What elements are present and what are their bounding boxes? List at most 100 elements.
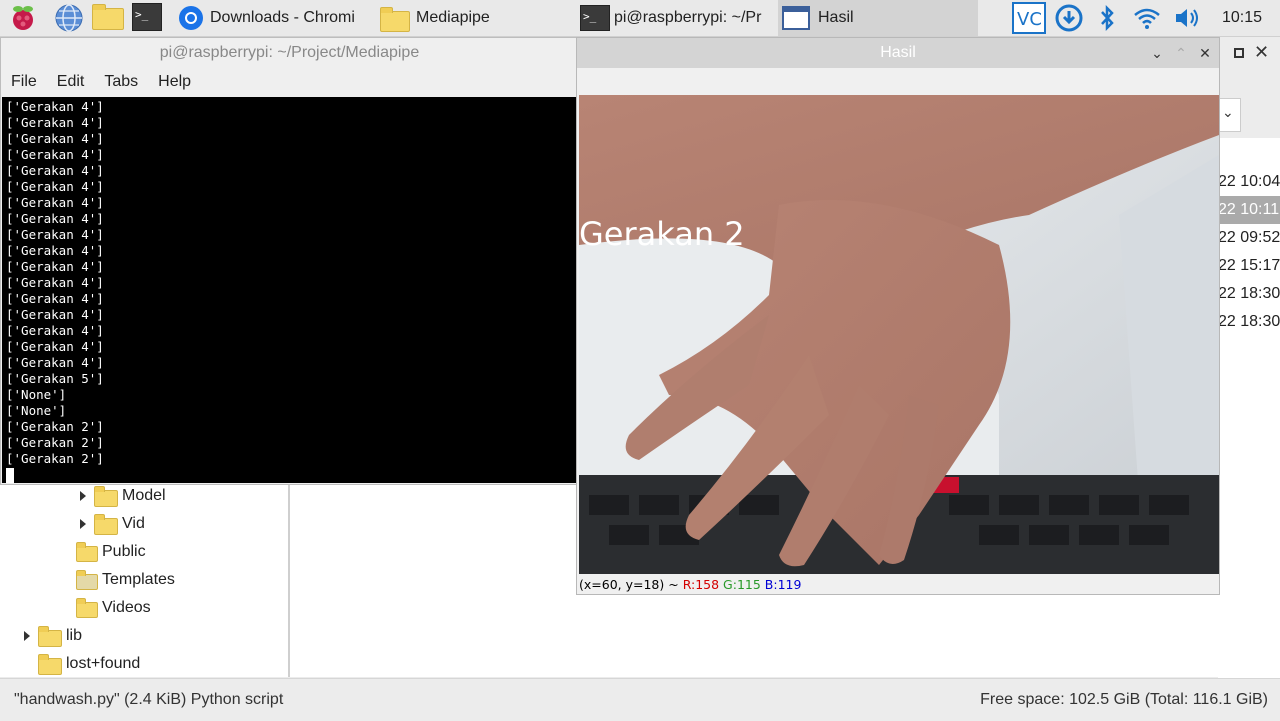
- terminal-line: ['Gerakan 4']: [6, 275, 104, 290]
- raspberry-menu-icon[interactable]: [8, 3, 38, 33]
- terminal-icon: >_: [580, 5, 610, 31]
- cursor-coords: (x=60, y=18) ~: [579, 577, 679, 592]
- tree-item-label: Model: [122, 487, 166, 504]
- camera-frame[interactable]: Gerakan 2: [579, 95, 1219, 574]
- task-label: Downloads - Chromi: [210, 9, 355, 26]
- menu-help[interactable]: Help: [148, 68, 201, 96]
- green-value: G:115: [723, 577, 761, 592]
- hasil-window: Hasil ⌄ ⌃ ✕ Gerakan 2 (x=60, y=18) ~ R:1…: [576, 37, 1220, 595]
- terminal-line: ['None']: [6, 387, 67, 402]
- file-manager-statusbar: "handwash.py" (2.4 KiB) Python script Fr…: [0, 678, 1280, 721]
- tree-item-model[interactable]: Model: [80, 482, 166, 510]
- menu-file[interactable]: File: [1, 68, 47, 96]
- folder-icon: [38, 625, 62, 647]
- list-item-selected[interactable]: 22 10:11: [1218, 196, 1280, 224]
- download-icon[interactable]: [1054, 3, 1084, 33]
- folder-tree: Model Vid Public Templates Videos lib lo…: [0, 485, 290, 677]
- terminal-line: ['Gerakan 2']: [6, 451, 104, 466]
- terminal-line: ['Gerakan 4']: [6, 307, 104, 322]
- terminal-line: ['Gerakan 4']: [6, 179, 104, 194]
- terminal-line: ['Gerakan 4']: [6, 323, 104, 338]
- tree-item-public[interactable]: Public: [76, 538, 146, 566]
- task-terminal[interactable]: >_ pi@raspberrypi: ~/Pr: [580, 0, 776, 36]
- menu-edit[interactable]: Edit: [47, 68, 95, 96]
- red-value: R:158: [682, 577, 720, 592]
- terminal-launcher-icon[interactable]: >_: [132, 3, 162, 33]
- path-dropdown[interactable]: ⌄: [1218, 98, 1241, 132]
- maximize-icon[interactable]: ⌃: [1169, 38, 1193, 68]
- taskbar: >_ Downloads - Chromi Mediapipe >_ pi@ra…: [0, 0, 1280, 37]
- maximize-icon[interactable]: [1230, 44, 1250, 64]
- gesture-label-overlay: Gerakan 2: [579, 215, 745, 253]
- free-space-info: Free space: 102.5 GiB (Total: 116.1 GiB): [980, 691, 1268, 708]
- terminal-line: ['Gerakan 4']: [6, 355, 104, 370]
- terminal-window: pi@raspberrypi: ~/Project/Mediapipe File…: [0, 37, 577, 485]
- task-chromium[interactable]: Downloads - Chromi: [176, 0, 366, 36]
- terminal-line: ['Gerakan 4']: [6, 147, 104, 162]
- public-folder-icon: [76, 542, 98, 562]
- close-icon[interactable]: ✕: [1193, 38, 1217, 68]
- wifi-icon[interactable]: [1132, 3, 1162, 33]
- window-title: Hasil: [880, 44, 916, 61]
- folder-icon: [94, 513, 118, 535]
- terminal-line: ['None']: [6, 403, 67, 418]
- terminal-line: ['Gerakan 2']: [6, 419, 104, 434]
- chromium-icon: [178, 5, 204, 31]
- pixel-info-bar: (x=60, y=18) ~ R:158 G:115 B:119: [579, 575, 1219, 595]
- hand-image: [579, 95, 1219, 574]
- terminal-line: ['Gerakan 4']: [6, 115, 104, 130]
- web-browser-icon[interactable]: [54, 3, 84, 33]
- folder-icon: [38, 653, 62, 675]
- list-item[interactable]: 22 10:04: [1218, 168, 1280, 196]
- task-hasil[interactable]: Hasil: [778, 0, 978, 36]
- close-icon[interactable]: ✕: [1254, 42, 1269, 63]
- task-label: Mediapipe: [416, 9, 490, 26]
- terminal-line: ['Gerakan 4']: [6, 259, 104, 274]
- chevron-down-icon: ⌄: [1222, 104, 1234, 120]
- terminal-line: ['Gerakan 4']: [6, 227, 104, 242]
- tree-item-vid[interactable]: Vid: [80, 510, 145, 538]
- tree-item-label: Templates: [102, 571, 175, 588]
- window-icon: [782, 6, 810, 30]
- folder-icon: [380, 6, 410, 32]
- task-mediapipe-folder[interactable]: Mediapipe: [378, 0, 568, 36]
- vscode-icon[interactable]: VC: [1012, 2, 1046, 34]
- terminal-menubar: File Edit Tabs Help: [1, 68, 578, 96]
- terminal-line: ['Gerakan 5']: [6, 371, 104, 386]
- file-manager-icon[interactable]: [92, 4, 124, 38]
- tree-item-label: Vid: [122, 515, 145, 532]
- minimize-icon[interactable]: ⌄: [1145, 38, 1169, 68]
- selected-file-info: "handwash.py" (2.4 KiB) Python script: [14, 691, 284, 708]
- terminal-title[interactable]: pi@raspberrypi: ~/Project/Mediapipe: [1, 38, 578, 68]
- tree-item-videos[interactable]: Videos: [76, 594, 151, 622]
- tree-item-label: lost+found: [66, 655, 141, 672]
- tree-item-label: Public: [102, 543, 146, 560]
- tree-item-lib[interactable]: lib: [24, 622, 82, 650]
- svg-text:VC: VC: [1017, 9, 1042, 30]
- terminal-line: ['Gerakan 4']: [6, 195, 104, 210]
- expand-arrow-icon[interactable]: [80, 519, 86, 529]
- tree-item-label: lib: [66, 627, 83, 644]
- task-label: pi@raspberrypi: ~/Pr: [614, 9, 762, 26]
- list-item[interactable]: 22 18:30: [1218, 280, 1280, 308]
- expand-arrow-icon[interactable]: [80, 491, 86, 501]
- bluetooth-icon[interactable]: [1094, 3, 1124, 33]
- folder-icon: [94, 485, 118, 507]
- expand-arrow-icon[interactable]: [24, 631, 30, 641]
- list-item[interactable]: 22 09:52: [1218, 224, 1280, 252]
- list-item[interactable]: 22 18:30: [1218, 308, 1280, 336]
- tree-item-templates[interactable]: Templates: [76, 566, 175, 594]
- list-item[interactable]: 22 15:17: [1218, 252, 1280, 280]
- terminal-output[interactable]: ['Gerakan 4'] ['Gerakan 4'] ['Gerakan 4'…: [2, 97, 576, 483]
- menu-tabs[interactable]: Tabs: [94, 68, 148, 96]
- volume-icon[interactable]: [1172, 3, 1202, 33]
- terminal-line: ['Gerakan 4']: [6, 131, 104, 146]
- clock[interactable]: 10:15: [1222, 0, 1262, 36]
- terminal-cursor: [6, 468, 14, 483]
- terminal-line: ['Gerakan 4']: [6, 243, 104, 258]
- hasil-titlebar[interactable]: Hasil ⌄ ⌃ ✕: [577, 38, 1219, 68]
- tree-item-lost-found[interactable]: lost+found: [38, 650, 140, 678]
- task-label: Hasil: [818, 9, 854, 26]
- terminal-line: ['Gerakan 4']: [6, 211, 104, 226]
- tree-item-label: Videos: [102, 599, 151, 616]
